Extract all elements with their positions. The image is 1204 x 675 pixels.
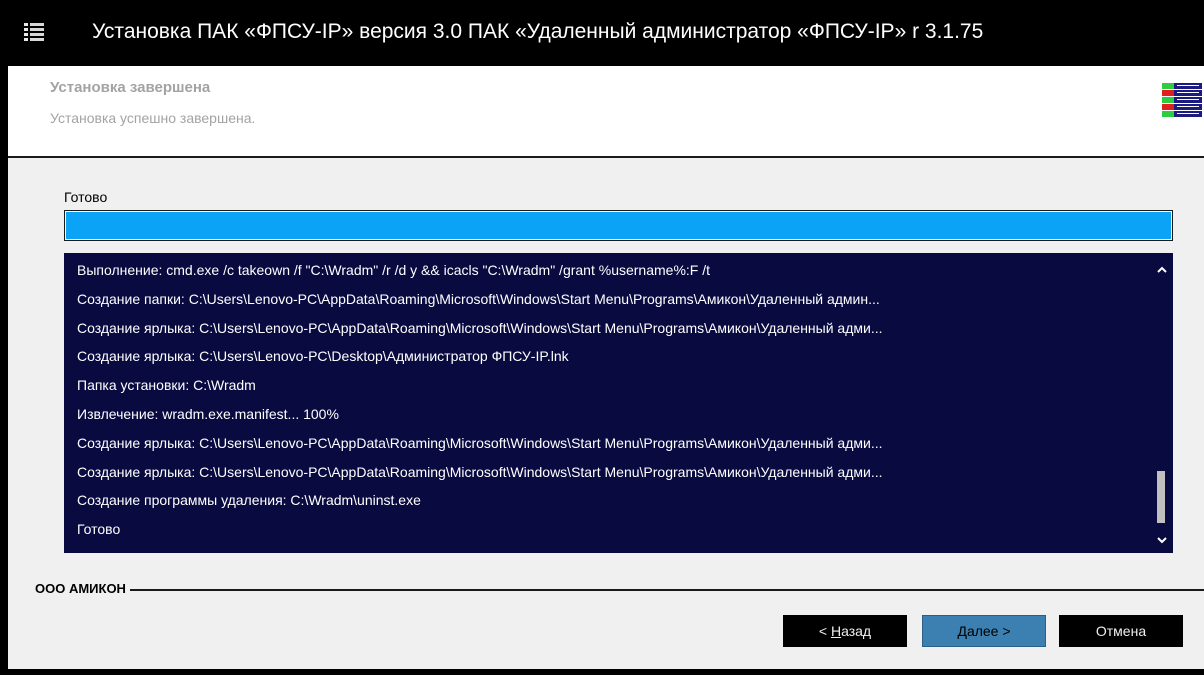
log-line: Создание ярлыка: C:\Users\Lenovo-PC\Desk… bbox=[77, 348, 569, 365]
back-button[interactable]: < Назад bbox=[783, 615, 907, 647]
back-label: азад bbox=[841, 623, 872, 639]
scrollbar-thumb[interactable] bbox=[1157, 471, 1165, 523]
log-line: Создание ярлыка: C:\Users\Lenovo-PC\AppD… bbox=[77, 463, 883, 480]
installer-logo-icon bbox=[1160, 81, 1204, 119]
progress-bar bbox=[64, 210, 1173, 241]
log-line: Извлечение: wradm.exe.manifest... 100% bbox=[77, 405, 339, 422]
page-title: Установка завершена bbox=[50, 79, 211, 96]
log-lines: Выполнение: cmd.exe /c takeown /f "C:\Wr… bbox=[77, 256, 1143, 544]
window-title: Установка ПАК «ФПСУ-IP» версия 3.0 ПАК «… bbox=[92, 20, 984, 43]
cancel-button[interactable]: Отмена bbox=[1059, 615, 1183, 647]
title-bar[interactable]: Установка ПАК «ФПСУ-IP» версия 3.0 ПАК «… bbox=[0, 0, 1204, 66]
footer-divider bbox=[35, 589, 1204, 591]
app-grid-icon bbox=[24, 23, 44, 41]
company-name: ООО АМИКОН bbox=[35, 581, 130, 596]
back-accel: Н bbox=[830, 623, 842, 639]
next-button[interactable]: Далее > bbox=[922, 615, 1046, 647]
log-line: Папка установки: C:\Wradm bbox=[77, 377, 256, 394]
page-subtitle: Установка успешно завершена. bbox=[50, 110, 256, 126]
status-label: Готово bbox=[64, 189, 108, 205]
details-log[interactable]: Выполнение: cmd.exe /c takeown /f "C:\Wr… bbox=[64, 253, 1173, 553]
log-line: Выполнение: cmd.exe /c takeown /f "C:\Wr… bbox=[77, 262, 711, 278]
back-prefix: < bbox=[818, 623, 831, 639]
chevron-down-icon[interactable] bbox=[1155, 533, 1169, 547]
next-label: алее > bbox=[966, 623, 1011, 639]
installer-window: Установка ПАК «ФПСУ-IP» версия 3.0 ПАК «… bbox=[0, 0, 1204, 675]
log-line: Создание программы удаления: C:\Wradm\un… bbox=[77, 492, 421, 509]
next-accel: Д bbox=[957, 623, 967, 639]
client-area: Установка завершена Установка успешно за… bbox=[8, 66, 1204, 669]
log-line: Создание ярлыка: C:\Users\Lenovo-PC\AppD… bbox=[77, 319, 883, 336]
log-line: Создание ярлыка: C:\Users\Lenovo-PC\AppD… bbox=[77, 434, 883, 451]
log-line: Создание папки: C:\Users\Lenovo-PC\AppDa… bbox=[77, 290, 880, 307]
log-line: Готово bbox=[77, 521, 121, 538]
header-panel: Установка завершена Установка успешно за… bbox=[8, 66, 1204, 158]
progress-fill bbox=[66, 212, 1171, 239]
log-scrollbar[interactable] bbox=[1151, 253, 1173, 553]
chevron-up-icon[interactable] bbox=[1155, 263, 1169, 277]
